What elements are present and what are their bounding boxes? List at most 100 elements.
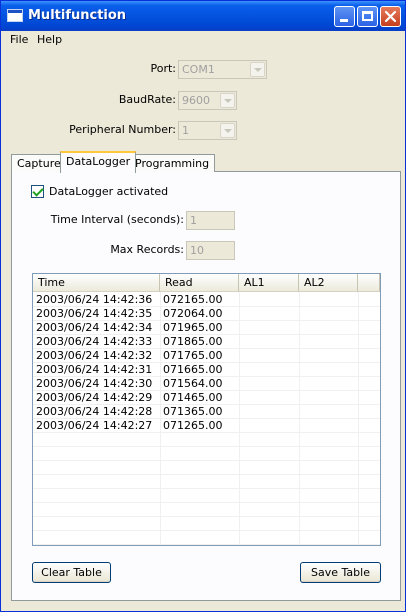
table-cell-read: 071765.00 xyxy=(163,349,223,362)
menu-file[interactable]: File xyxy=(10,33,28,46)
table-cell-time: 2003/06/24 14:42:29 xyxy=(36,391,153,404)
table-cell-read: 071965.00 xyxy=(163,321,223,334)
menu-help[interactable]: Help xyxy=(37,33,62,46)
table-row[interactable]: 2003/06/24 14:42:36 072165.00 xyxy=(33,293,380,307)
minimize-button[interactable] xyxy=(334,6,355,27)
table-cell-al2 xyxy=(299,391,358,405)
close-button[interactable] xyxy=(380,6,401,27)
grid-line xyxy=(33,446,380,447)
table-cell-al1 xyxy=(239,307,299,321)
table-cell-al2 xyxy=(299,419,358,433)
peripheral-label: Peripheral Number: xyxy=(69,123,176,136)
grid-line xyxy=(33,544,380,545)
table-cell-al1 xyxy=(239,419,299,433)
table-cell-time: 2003/06/24 14:42:30 xyxy=(36,377,153,390)
table-cell-time: 2003/06/24 14:42:35 xyxy=(36,307,153,320)
table-cell-time: 2003/06/24 14:42:28 xyxy=(36,405,153,418)
maximize-button[interactable] xyxy=(357,6,378,27)
close-icon xyxy=(384,10,397,23)
baudrate-select[interactable]: 9600 xyxy=(178,91,237,110)
table-row[interactable]: 2003/06/24 14:42:35 072064.00 xyxy=(33,307,380,321)
table-cell-al1 xyxy=(239,293,299,307)
clear-table-button[interactable]: Clear Table xyxy=(32,562,111,583)
minimize-icon xyxy=(340,19,348,22)
datalogger-activated-checkbox[interactable] xyxy=(31,185,44,198)
table-cell-al2 xyxy=(299,335,358,349)
column-header-time[interactable]: Time xyxy=(33,274,160,292)
table-cell-read: 071665.00 xyxy=(163,363,223,376)
chevron-down-icon xyxy=(250,62,265,77)
grid-line xyxy=(33,502,380,503)
table-row[interactable]: 2003/06/24 14:42:34 071965.00 xyxy=(33,321,380,335)
table-row[interactable]: 2003/06/24 14:42:30 071564.00 xyxy=(33,377,380,391)
max-records-label: Max Records: xyxy=(110,243,184,256)
peripheral-select[interactable]: 1 xyxy=(178,121,237,140)
baudrate-label: BaudRate: xyxy=(118,93,176,106)
window-title: Multifunction xyxy=(28,8,127,23)
tab-programming[interactable]: Programming xyxy=(129,154,216,172)
interval-value: 1 xyxy=(190,214,197,227)
table-cell-time: 2003/06/24 14:42:32 xyxy=(36,349,153,362)
grid-line xyxy=(33,530,380,531)
table-cell-al2 xyxy=(299,307,358,321)
max-records-value: 10 xyxy=(190,244,204,257)
table-row[interactable]: 2003/06/24 14:42:33 071865.00 xyxy=(33,335,380,349)
table-cell-al2 xyxy=(299,349,358,363)
max-records-input[interactable]: 10 xyxy=(186,241,235,260)
baudrate-value: 9600 xyxy=(182,94,210,107)
menu-bar: File Help xyxy=(2,31,404,49)
table-cell-al2 xyxy=(299,377,358,391)
grid-line xyxy=(33,460,380,461)
records-table[interactable]: Time Read AL1 AL2 2003/06/24 14:42:36 072… xyxy=(32,273,381,546)
table-cell-al2 xyxy=(299,405,358,419)
chevron-down-icon xyxy=(220,123,235,138)
table-cell-al1 xyxy=(239,321,299,335)
table-cell-read: 071465.00 xyxy=(163,391,223,404)
tab-capture[interactable]: Capture xyxy=(11,154,67,172)
save-table-button[interactable]: Save Table xyxy=(300,562,381,583)
table-row[interactable]: 2003/06/24 14:42:27 071265.00 xyxy=(33,419,380,433)
table-cell-al2 xyxy=(299,293,358,307)
table-cell-time: 2003/06/24 14:42:33 xyxy=(36,335,153,348)
table-row[interactable]: 2003/06/24 14:42:28 071365.00 xyxy=(33,405,380,419)
table-header: Time Read AL1 AL2 xyxy=(33,274,380,292)
peripheral-value: 1 xyxy=(182,124,189,137)
table-cell-read: 072165.00 xyxy=(163,293,223,306)
table-cell-read: 071865.00 xyxy=(163,335,223,348)
table-cell-al1 xyxy=(239,363,299,377)
table-cell-read: 071265.00 xyxy=(163,419,223,432)
port-value: COM1 xyxy=(182,63,215,76)
port-select[interactable]: COM1 xyxy=(178,60,267,79)
grid-line xyxy=(33,516,380,517)
column-header-al2[interactable]: AL2 xyxy=(299,274,358,292)
table-cell-time: 2003/06/24 14:42:34 xyxy=(36,321,153,334)
table-cell-al1 xyxy=(239,377,299,391)
table-cell-read: 071564.00 xyxy=(163,377,223,390)
table-row[interactable]: 2003/06/24 14:42:29 071465.00 xyxy=(33,391,380,405)
interval-input[interactable]: 1 xyxy=(186,211,235,230)
chevron-down-icon xyxy=(220,93,235,108)
table-cell-al1 xyxy=(239,405,299,419)
table-cell-read: 072064.00 xyxy=(163,307,223,320)
table-row[interactable]: 2003/06/24 14:42:31 071665.00 xyxy=(33,363,380,377)
grid-line xyxy=(33,474,380,475)
table-row[interactable]: 2003/06/24 14:42:32 071765.00 xyxy=(33,349,380,363)
table-cell-al1 xyxy=(239,335,299,349)
table-cell-al2 xyxy=(299,363,358,377)
table-cell-time: 2003/06/24 14:42:36 xyxy=(36,293,153,306)
table-cell-al1 xyxy=(239,391,299,405)
column-header-al1[interactable]: AL1 xyxy=(239,274,299,292)
datalogger-activated-label: DataLogger activated xyxy=(49,185,169,198)
tab-datalogger[interactable]: DataLogger xyxy=(60,151,137,173)
table-cell-time: 2003/06/24 14:42:27 xyxy=(36,419,153,432)
app-window: Multifunction File Help Port: COM1 BaudR… xyxy=(0,0,406,612)
table-cell-al2 xyxy=(299,321,358,335)
table-cell-time: 2003/06/24 14:42:31 xyxy=(36,363,153,376)
column-header-filler xyxy=(358,274,380,292)
title-bar[interactable]: Multifunction xyxy=(1,1,405,31)
grid-line xyxy=(33,488,380,489)
column-header-read[interactable]: Read xyxy=(160,274,239,292)
interval-label: Time Interval (seconds): xyxy=(50,213,184,226)
maximize-icon xyxy=(362,11,373,21)
table-cell-read: 071365.00 xyxy=(163,405,223,418)
